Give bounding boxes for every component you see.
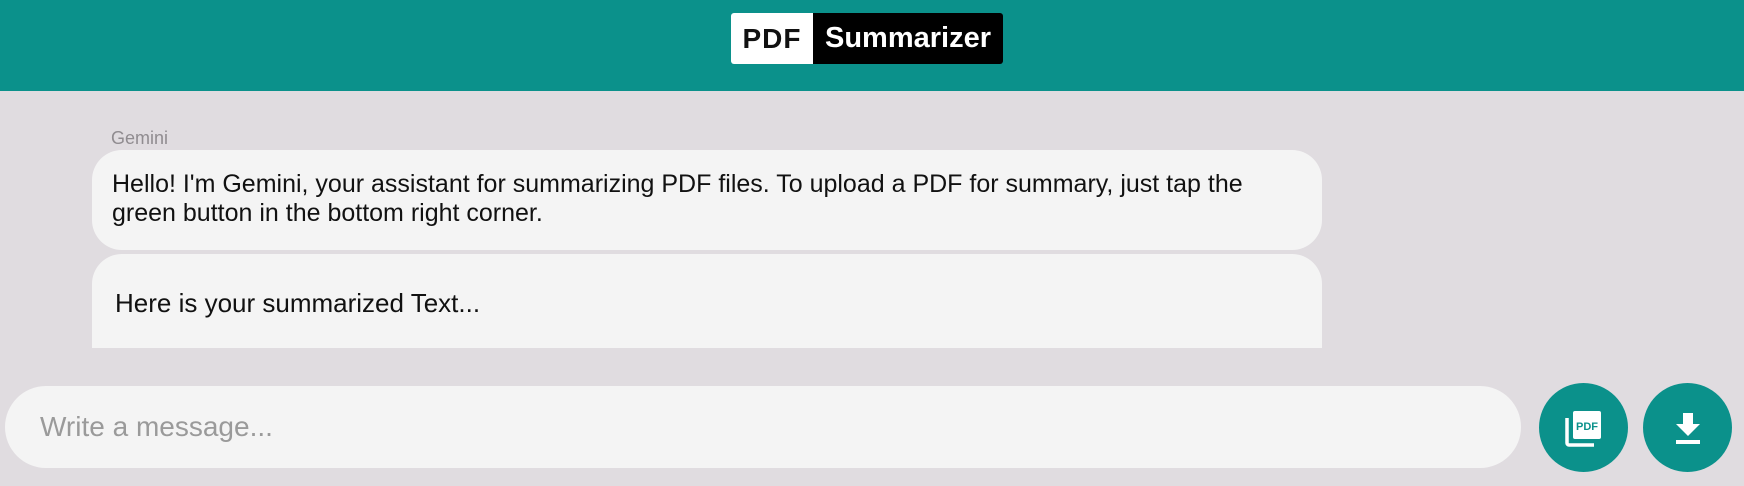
upload-pdf-button[interactable]: PDF (1539, 383, 1628, 472)
message-bubble: Hello! I'm Gemini, your assistant for su… (92, 150, 1322, 250)
logo-name-text: Summarizer (813, 13, 1003, 64)
app-header: PDF Summarizer (0, 0, 1744, 91)
message-sender-label: Gemini (111, 128, 169, 148)
message-bubble: Here is your summarized Text... (92, 254, 1322, 348)
pdf-file-icon: PDF (1564, 408, 1604, 448)
download-button[interactable] (1643, 383, 1732, 472)
message-text: Here is your summarized Text... (115, 288, 481, 318)
chat-area[interactable]: Gemini Hello! I'm Gemini, your assistant… (0, 91, 1744, 348)
message-input-bar[interactable] (5, 386, 1521, 468)
logo-pdf-text: PDF (731, 13, 813, 64)
app-logo: PDF Summarizer (731, 13, 1003, 64)
message-input[interactable] (38, 410, 1521, 444)
message-text: Hello! I'm Gemini, your assistant for su… (112, 170, 1243, 227)
svg-text:PDF: PDF (1576, 421, 1598, 433)
download-icon (1672, 411, 1704, 445)
